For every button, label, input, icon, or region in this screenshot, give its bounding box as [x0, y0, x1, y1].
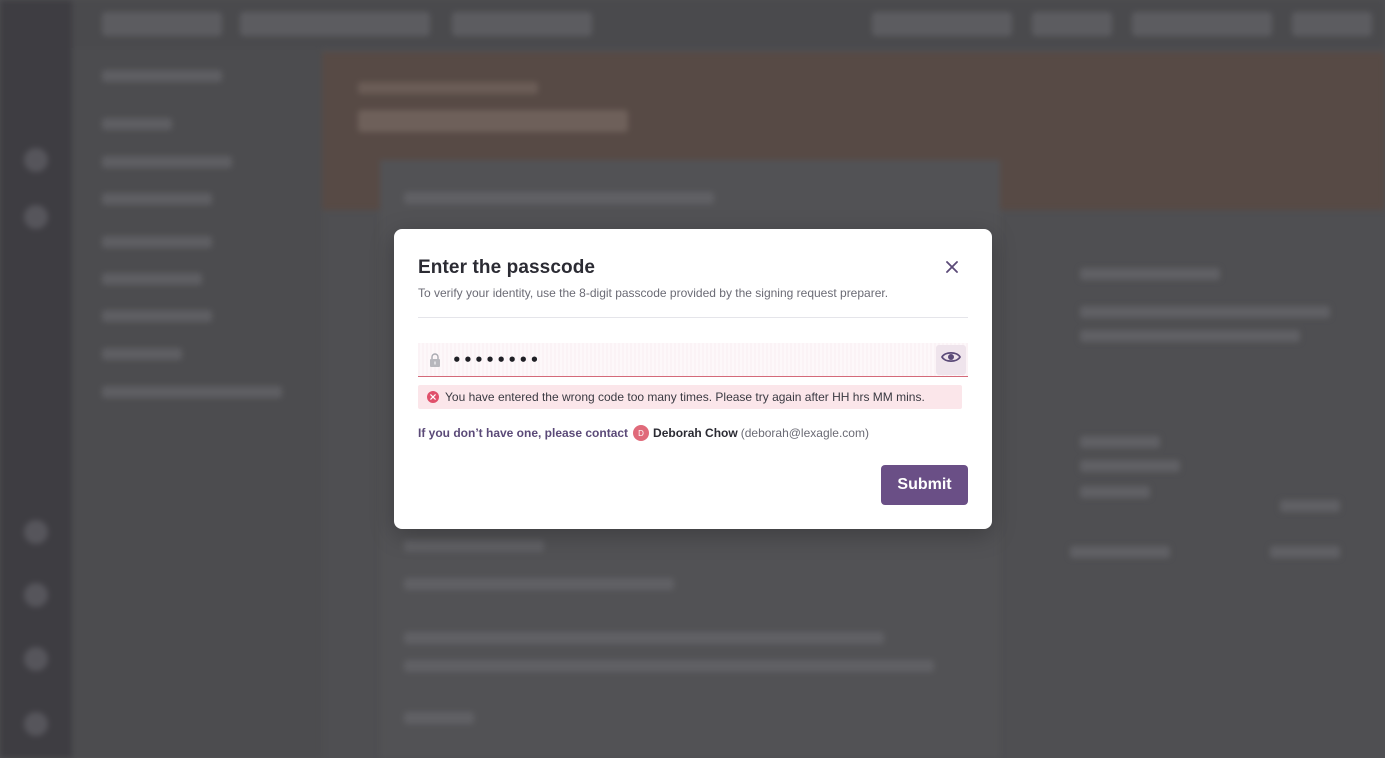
- error-message: You have entered the wrong code too many…: [418, 385, 962, 409]
- modal-overlay[interactable]: Enter the passcode To verify your identi…: [0, 0, 1385, 758]
- contact-info: If you don’t have one, please contact D …: [418, 425, 869, 441]
- passcode-field[interactable]: [418, 343, 968, 377]
- contact-lead-text: If you don’t have one, please contact: [418, 426, 629, 440]
- error-x-icon: [427, 391, 439, 403]
- divider: [418, 317, 968, 318]
- lock-icon: [418, 343, 452, 377]
- submit-button[interactable]: Submit: [881, 465, 968, 505]
- contact-name: Deborah Chow: [653, 426, 738, 440]
- contact-email: (deborah@lexagle.com): [740, 426, 869, 440]
- avatar: D: [633, 425, 650, 441]
- passcode-input[interactable]: [452, 343, 936, 376]
- toggle-visibility-button[interactable]: [936, 344, 966, 375]
- close-button[interactable]: [942, 259, 962, 279]
- close-icon: [946, 260, 958, 278]
- dialog-subtitle: To verify your identity, use the 8-digit…: [418, 286, 889, 300]
- eye-icon: [940, 350, 962, 369]
- dialog-title: Enter the passcode: [418, 257, 596, 278]
- passcode-dialog: Enter the passcode To verify your identi…: [394, 229, 992, 529]
- error-text: You have entered the wrong code too many…: [445, 390, 925, 404]
